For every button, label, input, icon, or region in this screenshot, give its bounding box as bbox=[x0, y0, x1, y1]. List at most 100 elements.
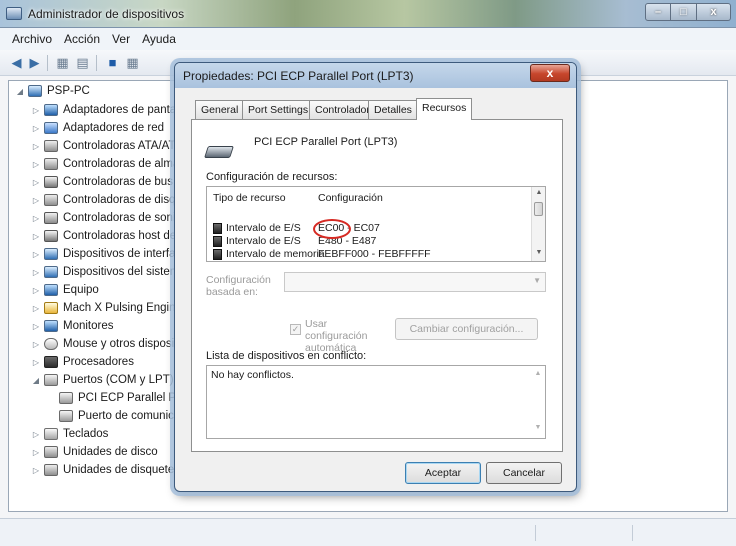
device-manager-icon bbox=[6, 7, 22, 20]
tree-item-label: Mach X Pulsing Engine bbox=[63, 302, 182, 314]
resource-row[interactable]: Intervalo de E/S E480 - E487 bbox=[207, 235, 527, 249]
expand-icon[interactable]: ▷ bbox=[31, 196, 41, 205]
scroll-down-icon[interactable]: ▼ bbox=[531, 424, 545, 431]
usb-controller-icon bbox=[44, 176, 58, 188]
list-view-icon[interactable]: ▤ bbox=[74, 55, 91, 71]
cancel-button[interactable]: Cancelar bbox=[486, 462, 562, 484]
tree-item-label: Procesadores bbox=[63, 356, 134, 368]
column-header-type[interactable]: Tipo de recurso bbox=[213, 192, 286, 204]
highlight-circle bbox=[313, 219, 351, 239]
resource-scrollbar[interactable]: ▲ ▼ bbox=[531, 187, 545, 261]
resource-row[interactable]: Intervalo de memoria FEBFF000 - FEBFFFFF bbox=[207, 248, 527, 262]
menu-archivo[interactable]: Archivo bbox=[6, 32, 58, 46]
minimize-button[interactable]: – bbox=[645, 3, 671, 21]
resource-row[interactable]: Intervalo de E/S EC00 - EC07 bbox=[207, 222, 527, 236]
tree-root[interactable]: ◢ PSP-PC bbox=[15, 83, 90, 99]
back-icon[interactable]: ◀ bbox=[8, 55, 25, 71]
expand-icon[interactable]: ▷ bbox=[31, 124, 41, 133]
tab-recursos[interactable]: Recursos bbox=[416, 98, 473, 120]
tree-item[interactable]: ▷ Adaptadores de red bbox=[31, 120, 164, 136]
device-name: PCI ECP Parallel Port (LPT3) bbox=[254, 136, 398, 148]
tree-item[interactable]: ▷ Mach X Pulsing Engine bbox=[31, 300, 182, 316]
status-separator bbox=[632, 525, 633, 541]
properties-view-icon[interactable]: ▦ bbox=[54, 55, 71, 71]
expand-icon[interactable]: ▷ bbox=[31, 286, 41, 295]
resource-list[interactable]: Tipo de recurso Configuración Intervalo … bbox=[206, 186, 546, 262]
collapse-icon[interactable]: ◢ bbox=[31, 376, 41, 385]
tree-item[interactable]: ▷ Teclados bbox=[31, 426, 108, 442]
tab-general[interactable]: General bbox=[195, 100, 245, 119]
change-config-button: Cambiar configuración... bbox=[395, 318, 538, 340]
conflict-list-label: Lista de dispositivos en conflicto: bbox=[206, 350, 367, 362]
column-header-setting[interactable]: Configuración bbox=[318, 192, 383, 204]
based-on-label: Configuración basada en: bbox=[206, 274, 271, 298]
tree-item[interactable]: ▷ Unidades de disco bbox=[31, 444, 158, 460]
expand-icon[interactable]: ▷ bbox=[31, 160, 41, 169]
conflict-scrollbar[interactable]: ▲ ▼ bbox=[531, 366, 545, 438]
expand-icon[interactable]: ▷ bbox=[31, 304, 41, 313]
menu-ayuda[interactable]: Ayuda bbox=[136, 32, 182, 46]
expand-icon[interactable]: ▷ bbox=[31, 178, 41, 187]
expand-icon[interactable]: ▷ bbox=[31, 232, 41, 241]
menu-accion[interactable]: Acción bbox=[58, 32, 106, 46]
scroll-up-icon[interactable]: ▲ bbox=[531, 370, 545, 377]
dialog-close-button[interactable]: x bbox=[530, 64, 570, 82]
window-titlebar[interactable]: Administrador de dispositivos – □ x bbox=[0, 0, 736, 28]
resource-type: Intervalo de E/S bbox=[226, 222, 301, 234]
host-controller-icon bbox=[44, 230, 58, 242]
expand-icon[interactable]: ▷ bbox=[31, 430, 41, 439]
parallel-port-icon bbox=[59, 392, 73, 404]
tree-item[interactable]: ▷ Equipo bbox=[31, 282, 99, 298]
toolbar-separator bbox=[47, 55, 48, 71]
expand-icon[interactable]: ▷ bbox=[31, 142, 41, 151]
tree-item-label: Adaptadores de pantalla bbox=[63, 104, 188, 116]
tree-item[interactable]: ▷ Monitores bbox=[31, 318, 114, 334]
ok-button[interactable]: Aceptar bbox=[405, 462, 481, 484]
forward-icon[interactable]: ▶ bbox=[26, 55, 43, 71]
tree-item[interactable]: ▷ Controladoras de disquete bbox=[31, 192, 198, 208]
resources-panel: PCI ECP Parallel Port (LPT3) Configuraci… bbox=[191, 119, 563, 452]
tree-item[interactable]: ▷ Adaptadores de pantalla bbox=[31, 102, 188, 118]
tree-item-label: Equipo bbox=[63, 284, 99, 296]
close-icon: x bbox=[710, 6, 717, 18]
tree-item-ports[interactable]: ◢ Puertos (COM y LPT) bbox=[31, 372, 174, 388]
menu-ver[interactable]: Ver bbox=[106, 32, 136, 46]
help-icon[interactable]: ■ bbox=[104, 55, 121, 71]
expand-icon[interactable]: ▷ bbox=[31, 250, 41, 259]
scroll-up-icon[interactable]: ▲ bbox=[532, 189, 546, 196]
collapse-icon[interactable]: ◢ bbox=[15, 87, 25, 96]
scrollbar-thumb[interactable] bbox=[534, 202, 543, 216]
expand-icon[interactable]: ▷ bbox=[31, 322, 41, 331]
keyboard-icon bbox=[44, 428, 58, 440]
scan-hardware-icon[interactable]: ▦ bbox=[124, 55, 141, 71]
dialog-titlebar[interactable]: Propiedades: PCI ECP Parallel Port (LPT3… bbox=[175, 63, 576, 88]
close-button[interactable]: x bbox=[697, 3, 731, 21]
mouse-icon bbox=[44, 338, 58, 350]
tab-controlador[interactable]: Controlador bbox=[309, 100, 376, 119]
tab-port-settings[interactable]: Port Settings bbox=[242, 100, 315, 119]
expand-icon[interactable]: ▷ bbox=[31, 268, 41, 277]
tree-item[interactable]: ▷ Dispositivos del sistema bbox=[31, 264, 186, 280]
expand-icon[interactable]: ▷ bbox=[31, 448, 41, 457]
expand-icon[interactable]: ▷ bbox=[31, 106, 41, 115]
expand-icon[interactable]: ▷ bbox=[31, 358, 41, 367]
resource-icon bbox=[213, 236, 222, 247]
minimize-icon: – bbox=[654, 6, 662, 18]
tab-detalles[interactable]: Detalles bbox=[368, 100, 418, 119]
resource-settings-label: Configuración de recursos: bbox=[206, 171, 338, 183]
based-on-select: ▼ bbox=[284, 272, 546, 292]
tree-item-label: Adaptadores de red bbox=[63, 122, 165, 134]
dialog-title: Propiedades: PCI ECP Parallel Port (LPT3… bbox=[183, 69, 414, 83]
maximize-button[interactable]: □ bbox=[671, 3, 697, 21]
close-icon: x bbox=[546, 66, 554, 80]
conflict-list[interactable]: No hay conflictos. ▲ ▼ bbox=[206, 365, 546, 439]
auto-config-checkbox: ✓ bbox=[290, 324, 301, 335]
system-device-icon bbox=[44, 266, 58, 278]
expand-icon[interactable]: ▷ bbox=[31, 214, 41, 223]
scroll-down-icon[interactable]: ▼ bbox=[532, 249, 546, 256]
tree-item[interactable]: ▷ Unidades de disquete bbox=[31, 462, 174, 478]
expand-icon[interactable]: ▷ bbox=[31, 466, 41, 475]
floppy-controller-icon bbox=[44, 194, 58, 206]
expand-icon[interactable]: ▷ bbox=[31, 340, 41, 349]
tree-item[interactable]: ▷ Procesadores bbox=[31, 354, 134, 370]
